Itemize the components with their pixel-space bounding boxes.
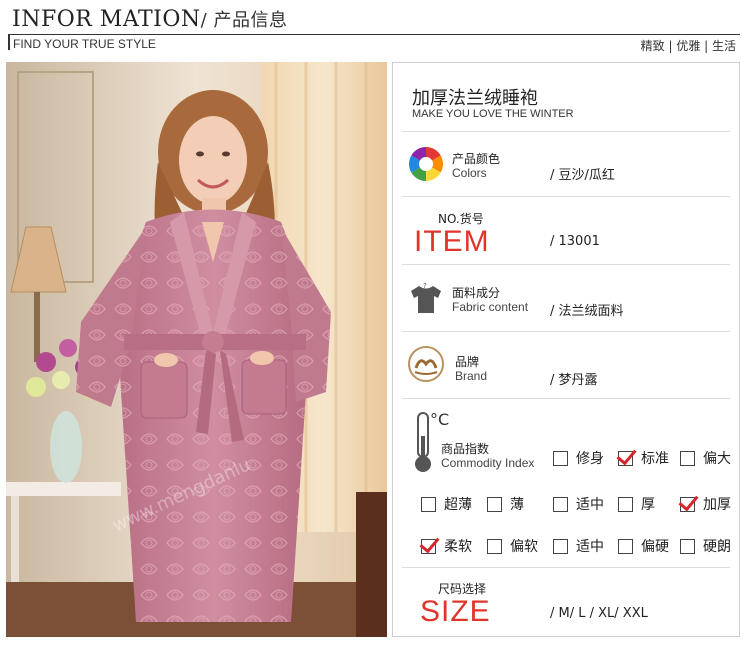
product-photo-drawing: www.mengdanlu (6, 62, 387, 637)
option-label: 适中 (576, 497, 604, 513)
option-label: 适中 (576, 539, 604, 555)
option-label: 厚 (641, 497, 655, 513)
option-label: 柔软 (444, 539, 472, 555)
option-label: 硬朗 (703, 539, 731, 555)
checkbox[interactable] (421, 496, 436, 512)
option-label: 薄 (510, 497, 524, 513)
colors-value: / 豆沙/瓜红 (550, 168, 615, 183)
checkbox[interactable] (618, 538, 633, 554)
divider (402, 196, 730, 197)
checkbox[interactable] (553, 538, 568, 554)
option-label: 超薄 (444, 497, 472, 513)
size-big-label: SIZE (420, 595, 491, 628)
brand-label-cn: 品牌 (455, 355, 480, 369)
index-option-firm[interactable]: 硬朗 (680, 536, 731, 556)
divider (402, 398, 730, 399)
header-tags: 精致 | 优雅 | 生活 (640, 39, 736, 53)
index-option-firmish[interactable]: 偏硬 (618, 536, 669, 556)
checkbox[interactable] (553, 450, 568, 466)
page-subtitle: FIND YOUR TRUE STYLE (13, 37, 156, 51)
index-option-softish[interactable]: 偏软 (487, 536, 538, 556)
checkbox-checked[interactable] (680, 496, 695, 512)
checkbox-checked[interactable] (618, 450, 633, 466)
option-label: 修身 (576, 451, 604, 467)
index-option-medium-hardness[interactable]: 适中 (553, 536, 604, 556)
divider (402, 331, 730, 332)
checkbox[interactable] (487, 538, 502, 554)
brand-logo-icon (408, 346, 444, 382)
item-value: / 13001 (550, 234, 600, 249)
checkbox[interactable] (618, 496, 633, 512)
index-option-fit-slim[interactable]: 修身 (553, 448, 604, 468)
divider (402, 567, 730, 568)
index-label-en: Commodity Index (441, 456, 535, 470)
checkbox[interactable] (487, 496, 502, 512)
checkbox[interactable] (680, 538, 695, 554)
option-label: 加厚 (703, 497, 731, 513)
fabric-value: / 法兰绒面料 (550, 304, 624, 319)
color-wheel-icon (408, 146, 444, 182)
brand-value: / 梦丹露 (550, 373, 598, 388)
size-value: / M/ L / XL/ XXL (550, 606, 648, 621)
page-title-cn: / 产品信息 (200, 10, 288, 31)
shirt-icon: ? (408, 280, 444, 316)
page-title: INFOR MATION/ 产品信息 (12, 6, 287, 32)
page-title-en: INFOR MATION (12, 7, 201, 32)
item-big-label: ITEM (414, 225, 490, 258)
checkbox[interactable] (680, 450, 695, 466)
index-option-thin[interactable]: 薄 (487, 494, 524, 514)
fabric-label-cn: 面料成分 (452, 286, 501, 300)
index-option-fit-loose[interactable]: 偏大 (680, 448, 731, 468)
option-label: 偏大 (703, 451, 731, 467)
brand-label-en: Brand (455, 369, 488, 383)
option-label: 偏硬 (641, 539, 669, 555)
checkbox-checked[interactable] (421, 538, 436, 554)
option-label: 偏软 (510, 539, 538, 555)
product-name: 加厚法兰绒睡袍 (412, 88, 538, 109)
thermometer-unit: °C (430, 410, 450, 429)
product-photo: www.mengdanlu (6, 62, 387, 637)
header-accent-bar (8, 34, 10, 50)
divider (402, 264, 730, 265)
product-tagline: MAKE YOU LOVE THE WINTER (412, 108, 574, 120)
index-option-thick[interactable]: 厚 (618, 494, 655, 514)
option-label: 标准 (641, 451, 669, 467)
index-option-soft[interactable]: 柔软 (421, 536, 472, 556)
divider (402, 131, 730, 132)
fabric-label-en: Fabric content (452, 300, 529, 314)
checkbox[interactable] (553, 496, 568, 512)
index-option-medium-thickness[interactable]: 适中 (553, 494, 604, 514)
index-option-fit-standard[interactable]: 标准 (618, 448, 669, 468)
header-rule (8, 34, 740, 35)
colors-label-en: Colors (452, 166, 487, 180)
index-label-cn: 商品指数 (441, 442, 490, 456)
index-option-ultra-thin[interactable]: 超薄 (421, 494, 472, 514)
colors-label-cn: 产品颜色 (452, 152, 501, 166)
svg-text:?: ? (423, 282, 427, 290)
index-option-extra-thick[interactable]: 加厚 (680, 494, 731, 514)
